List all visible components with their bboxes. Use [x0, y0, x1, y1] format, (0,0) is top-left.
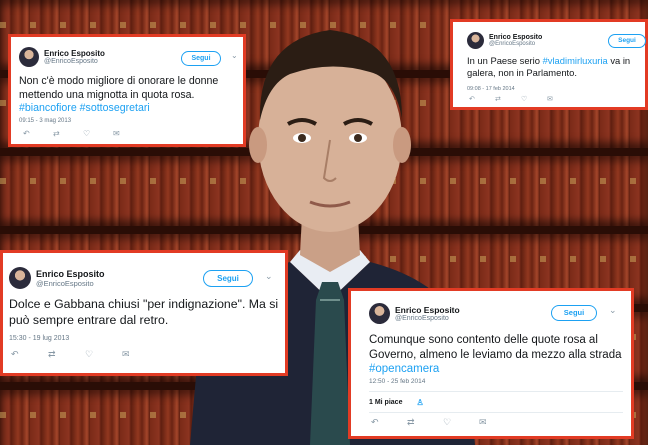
tweet-header: Enrico Esposito @EnricoEsposito: [467, 32, 542, 49]
like-icon[interactable]: ♡: [85, 349, 122, 360]
follow-button[interactable]: Segui: [551, 305, 597, 321]
tweet-card-3: Enrico Esposito @EnricoEsposito Segui ⌄ …: [0, 250, 288, 376]
timestamp[interactable]: 15:30 - 19 lug 2013: [9, 335, 69, 342]
tweet-header: Enrico Esposito @EnricoEsposito: [369, 303, 460, 324]
tweet-card-2: Enrico Esposito @EnricoEsposito Segui In…: [450, 19, 648, 110]
likes-row: 1 Mi piace ♙: [369, 391, 623, 413]
user-name[interactable]: Enrico Esposito: [395, 305, 460, 315]
follow-button[interactable]: Segui: [181, 51, 221, 66]
chevron-down-icon[interactable]: ⌄: [231, 51, 238, 60]
like-icon[interactable]: ♡: [83, 129, 113, 138]
tweet-text: In un Paese serio #vladimirluxuria va in…: [467, 55, 631, 79]
user-handle[interactable]: @EnricoEsposito: [395, 315, 460, 322]
timestamp[interactable]: 12:50 - 25 feb 2014: [369, 378, 425, 385]
tweet-card-4: Enrico Esposito @EnricoEsposito Segui ⌄ …: [348, 288, 634, 439]
follow-button[interactable]: Segui: [608, 34, 646, 48]
like-icon[interactable]: ♡: [521, 95, 547, 103]
like-icon[interactable]: ♡: [443, 417, 479, 428]
tweet-text: Non c'è modo migliore di onorare le donn…: [19, 75, 219, 115]
reply-icon[interactable]: ↶: [23, 129, 53, 138]
retweet-icon[interactable]: ⇄: [53, 129, 83, 138]
retweet-icon[interactable]: ⇄: [407, 417, 443, 428]
tweet-actions: ↶ ⇄ ♡ ✉: [469, 95, 573, 103]
tweet-card-1: Enrico Esposito @EnricoEsposito Segui ⌄ …: [8, 34, 246, 147]
user-name[interactable]: Enrico Esposito: [36, 269, 105, 279]
chevron-down-icon[interactable]: ⌄: [609, 305, 617, 316]
user-handle[interactable]: @EnricoEsposito: [44, 58, 105, 65]
user-name[interactable]: Enrico Esposito: [489, 34, 542, 41]
avatar[interactable]: [9, 267, 31, 289]
message-icon[interactable]: ✉: [547, 95, 573, 103]
message-icon[interactable]: ✉: [479, 417, 515, 428]
reply-icon[interactable]: ↶: [469, 95, 495, 103]
retweet-icon[interactable]: ⇄: [48, 349, 85, 360]
hashtag-link[interactable]: #opencamera: [369, 363, 439, 375]
collage-image: Enrico Esposito @EnricoEsposito Segui ⌄ …: [0, 0, 648, 445]
message-icon[interactable]: ✉: [113, 129, 143, 138]
tweet-text: Comunque sono contento delle quote rosa …: [369, 334, 622, 376]
user-handle[interactable]: @EnricoEsposito: [36, 279, 105, 288]
tweet-actions: ↶ ⇄ ♡ ✉: [11, 349, 159, 360]
tweet-actions: ↶ ⇄ ♡ ✉: [371, 417, 515, 428]
chevron-down-icon[interactable]: ⌄: [265, 271, 273, 282]
person-icon[interactable]: ♙: [416, 398, 423, 407]
tweet-text: Dolce e Gabbana chiusi "per indignazione…: [9, 297, 279, 327]
user-handle[interactable]: @EnricoEsposito: [489, 41, 542, 47]
tweet-actions: ↶ ⇄ ♡ ✉: [23, 129, 143, 138]
message-icon[interactable]: ✉: [122, 349, 159, 360]
avatar[interactable]: [369, 303, 390, 324]
retweet-icon[interactable]: ⇄: [495, 95, 521, 103]
hashtag-link[interactable]: #vladimirluxuria: [543, 55, 608, 66]
timestamp[interactable]: 09:08 - 17 feb 2014: [467, 86, 515, 92]
follow-button[interactable]: Segui: [203, 270, 253, 287]
user-name[interactable]: Enrico Esposito: [44, 49, 105, 58]
tweet-header: Enrico Esposito @EnricoEsposito: [19, 47, 105, 67]
avatar[interactable]: [19, 47, 39, 67]
timestamp[interactable]: 09:15 - 3 mag 2013: [19, 118, 71, 124]
hashtag-link[interactable]: #biancofiore #sottosegretari: [19, 102, 150, 114]
reply-icon[interactable]: ↶: [11, 349, 48, 360]
likes-count[interactable]: 1 Mi piace: [369, 399, 402, 406]
tweet-header: Enrico Esposito @EnricoEsposito: [9, 267, 105, 289]
avatar[interactable]: [467, 32, 484, 49]
reply-icon[interactable]: ↶: [371, 417, 407, 428]
